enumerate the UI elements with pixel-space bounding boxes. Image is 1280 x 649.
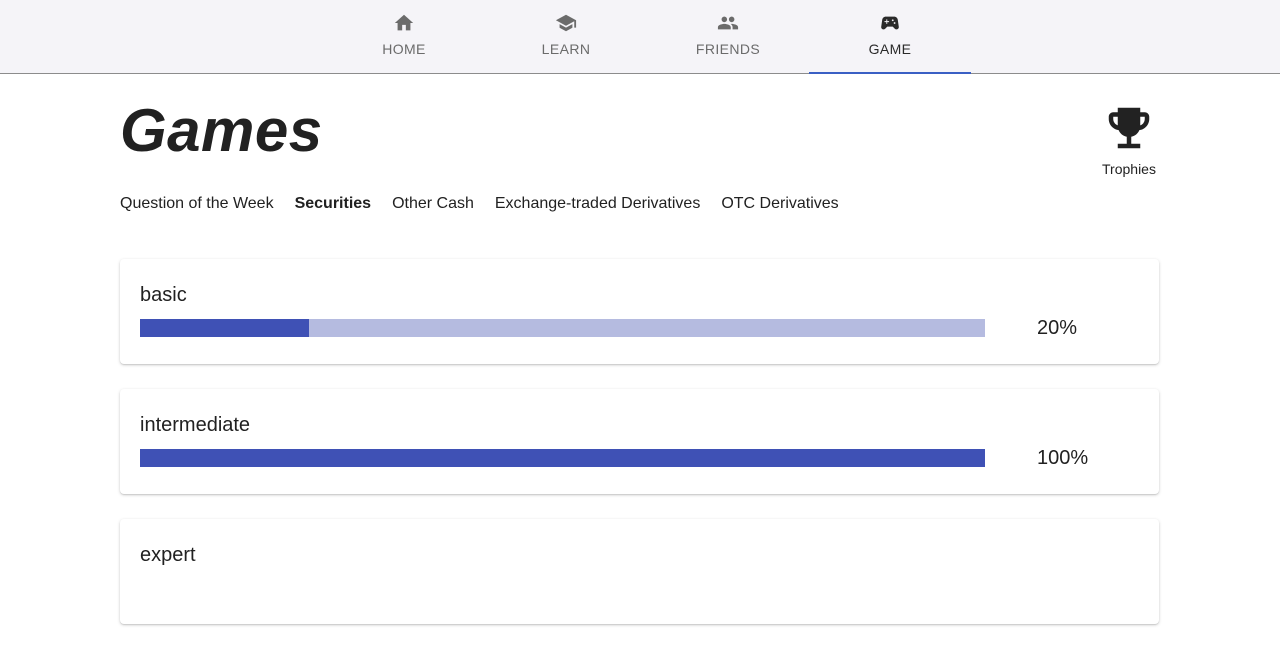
category-tab-question-of-the-week[interactable]: Question of the Week (120, 195, 274, 213)
level-name: basic (140, 284, 187, 306)
nav-tab-learn[interactable]: LEARN (485, 0, 647, 73)
trophies-button[interactable]: Trophies (1096, 100, 1162, 177)
progress-percent: 20% (1037, 317, 1078, 339)
trophy-icon (1108, 107, 1150, 149)
top-navigation-bar: HOME LEARN FRIENDS GAME (0, 0, 1280, 74)
active-tab-indicator (809, 72, 971, 74)
nav-tab-label: GAME (868, 41, 912, 57)
level-card-basic[interactable]: basic 20% (120, 259, 1159, 364)
nav-tab-home[interactable]: HOME (323, 0, 485, 73)
progress-bar (140, 319, 985, 337)
home-icon (393, 12, 415, 34)
progress-percent: 100% (1037, 447, 1089, 469)
category-tabs: Question of the Week Securities Other Ca… (120, 195, 860, 213)
level-name: intermediate (140, 414, 251, 436)
progress-bar-fill (140, 319, 309, 337)
progress-bar (140, 449, 985, 467)
category-tab-exchange-traded-derivatives[interactable]: Exchange-traded Derivatives (495, 195, 700, 213)
level-list: basic 20% intermediate 100% expert (120, 259, 1159, 649)
nav-tab-label: FRIENDS (695, 41, 761, 57)
people-icon (717, 12, 739, 34)
level-card-expert[interactable]: expert (120, 519, 1159, 624)
school-icon (555, 12, 577, 34)
nav-tab-game[interactable]: GAME (809, 0, 971, 74)
nav-tab-label: HOME (382, 41, 426, 57)
nav-tab-label: LEARN (541, 41, 591, 57)
progress-bar-fill (140, 449, 985, 467)
page-title: Games (120, 97, 323, 164)
category-tab-other-cash[interactable]: Other Cash (392, 195, 474, 213)
trophies-label: Trophies (1102, 161, 1156, 177)
category-tab-otc-derivatives[interactable]: OTC Derivatives (721, 195, 838, 213)
level-card-intermediate[interactable]: intermediate 100% (120, 389, 1159, 494)
category-tab-securities[interactable]: Securities (295, 195, 371, 213)
level-name: expert (140, 544, 196, 566)
gamepad-icon (879, 12, 901, 34)
nav-tab-friends[interactable]: FRIENDS (647, 0, 809, 73)
nav-tabs: HOME LEARN FRIENDS GAME (323, 0, 971, 74)
